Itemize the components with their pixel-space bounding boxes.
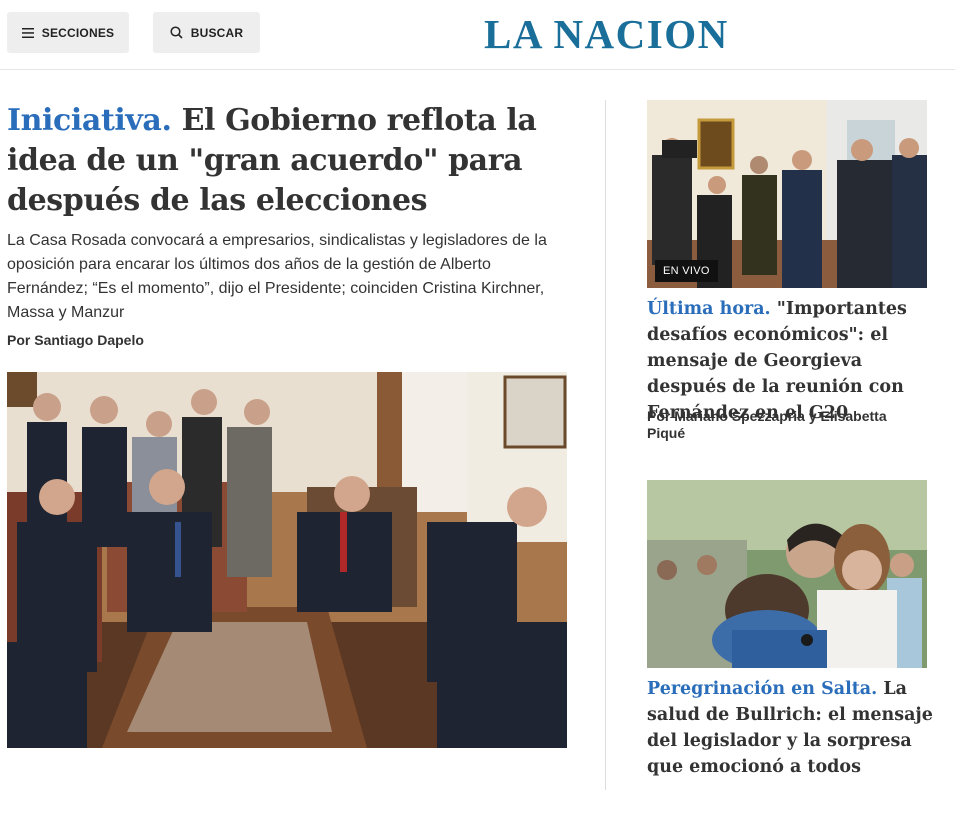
side-story-2-kicker: Peregrinación en Salta. (647, 679, 878, 699)
site-header: SECCIONES BUSCAR LA NACION (0, 0, 955, 70)
main-byline: Por Santiago Dapelo (7, 332, 144, 348)
main-kicker: Iniciativa. (7, 103, 172, 138)
side-story-1-photo[interactable]: EN VIVO (647, 100, 927, 288)
live-badge: EN VIVO (655, 260, 718, 282)
buscar-label: BUSCAR (190, 25, 244, 40)
side-story-1-byline: Por Mariano Spezzapria y Elisabetta Piqu… (647, 408, 887, 441)
side-story-1-kicker: Última hora. (647, 299, 771, 319)
site-logo[interactable]: LA NACION (484, 10, 729, 58)
buscar-button[interactable]: BUSCAR (153, 12, 260, 53)
hamburger-icon (21, 27, 34, 38)
side-story-2-photo[interactable] (647, 480, 927, 668)
secciones-button[interactable]: SECCIONES (7, 12, 129, 53)
main-headline[interactable]: Iniciativa. El Gobierno reflota la idea … (7, 101, 567, 221)
search-icon (170, 26, 183, 39)
column-divider (605, 100, 606, 790)
main-story-photo[interactable] (7, 372, 567, 748)
side-story-1-headline[interactable]: Última hora. "Importantes desafíos econó… (647, 296, 942, 426)
secciones-label: SECCIONES (41, 25, 115, 40)
main-summary: La Casa Rosada convocará a empresarios, … (7, 232, 547, 321)
side-story-2-headline[interactable]: Peregrinación en Salta. La salud de Bull… (647, 676, 942, 780)
